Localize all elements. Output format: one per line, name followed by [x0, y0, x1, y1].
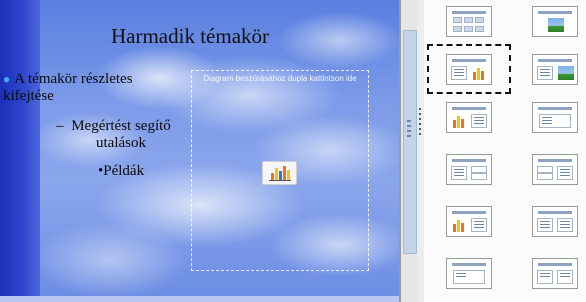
- layout-title-table[interactable]: [446, 6, 492, 37]
- layout-title-content-b[interactable]: [532, 206, 578, 237]
- layout-title-chart-content-b[interactable]: [446, 206, 492, 237]
- slide-side-band: [0, 0, 40, 302]
- picture-icon: [558, 66, 574, 80]
- layout-title-2-content[interactable]: [532, 258, 578, 289]
- chart-icon: [452, 114, 466, 128]
- slide-bottom-edge: [0, 296, 399, 302]
- outline-level1-text: A témakör részletes kifejtése: [3, 71, 133, 104]
- table-icon: [453, 17, 485, 33]
- layout-title-chart-content[interactable]: [446, 102, 492, 133]
- outline-level2-text: Megértést segítő utalások: [71, 118, 171, 151]
- chart-icon: [472, 66, 486, 80]
- chart-placeholder[interactable]: Diagram beszúrásához dupla kattintson id…: [191, 70, 369, 271]
- divider-grip-icon: [418, 108, 422, 156]
- layout-title-content-picture[interactable]: [532, 54, 578, 85]
- slide-canvas[interactable]: Harmadik témakör ● A témakör részletes ki…: [0, 0, 399, 302]
- slide-title[interactable]: Harmadik témakör: [40, 24, 340, 49]
- chart-icon: [452, 218, 466, 232]
- layout-title-only[interactable]: [446, 258, 492, 289]
- dash-marker: –: [56, 118, 64, 134]
- layout-title-content[interactable]: [532, 102, 578, 133]
- outline-level3-text: Példák: [103, 163, 145, 179]
- layout-title-picture[interactable]: [532, 6, 578, 37]
- layout-title-content-2-stack[interactable]: [532, 154, 578, 185]
- bullet-icon: ●: [3, 72, 11, 86]
- insert-chart-icon[interactable]: [262, 161, 297, 185]
- outline-level1[interactable]: ● A témakör részletes kifejtése: [3, 71, 183, 105]
- layout-title-2-content-stack[interactable]: [446, 154, 492, 185]
- picture-icon: [548, 18, 564, 32]
- placeholder-hint: Diagram beszúrásához dupla kattintson id…: [203, 74, 357, 83]
- layout-title-content-chart[interactable]: [446, 54, 492, 85]
- outline-level3[interactable]: •Példák: [98, 163, 178, 180]
- outline-level2[interactable]: – Megértést segítő utalások: [56, 118, 176, 152]
- scroll-grip-icon: [407, 120, 411, 154]
